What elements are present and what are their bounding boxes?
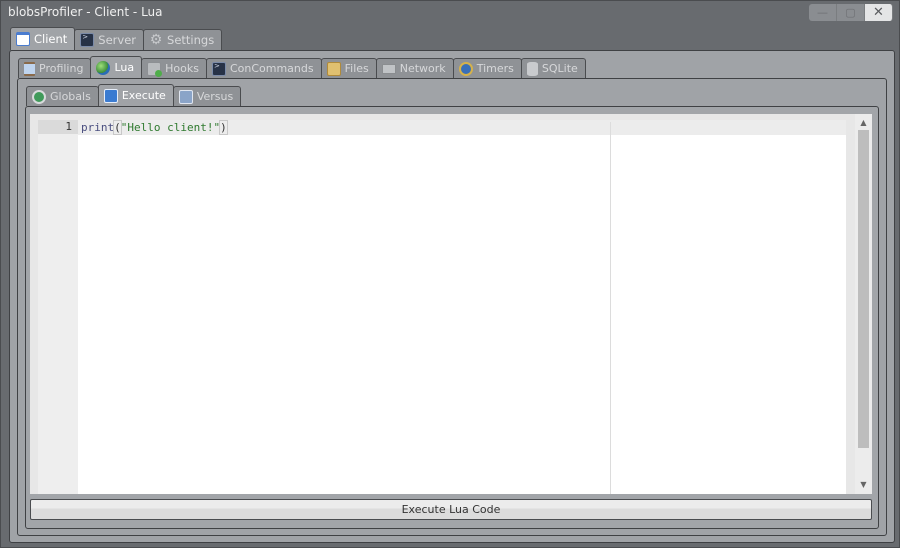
tab-label: Execute bbox=[121, 89, 166, 102]
tab-execute[interactable]: Execute bbox=[97, 84, 174, 106]
network-icon bbox=[381, 63, 396, 74]
tab-settings[interactable]: ⚙ Settings bbox=[143, 29, 223, 50]
scroll-up-icon[interactable]: ▲ bbox=[855, 116, 872, 130]
app-window: blobsProfiler - Client - Lua — ▢ ✕ Clien… bbox=[0, 0, 900, 548]
hooks-icon bbox=[147, 61, 163, 77]
hourglass-icon bbox=[24, 61, 35, 76]
alarm-clock-icon bbox=[458, 61, 473, 76]
tab-label: Versus bbox=[196, 90, 234, 103]
tab-label: Server bbox=[98, 33, 137, 47]
tab-concommands[interactable]: ConCommands bbox=[205, 58, 322, 78]
window-icon bbox=[16, 32, 30, 46]
tab-label: SQLite bbox=[541, 62, 578, 75]
tab-server[interactable]: Server bbox=[74, 29, 145, 50]
lua-tabs: Globals Execute Versus bbox=[26, 84, 242, 106]
tab-globals[interactable]: Globals bbox=[26, 86, 99, 106]
edge-column-marker bbox=[610, 122, 611, 494]
tab-lua[interactable]: Lua bbox=[90, 56, 143, 78]
window-title: blobsProfiler - Client - Lua bbox=[8, 5, 163, 19]
tab-client[interactable]: Client bbox=[10, 27, 76, 50]
code-function: print bbox=[81, 121, 115, 134]
tab-label: Profiling bbox=[39, 62, 84, 75]
maximize-button[interactable]: ▢ bbox=[837, 4, 865, 21]
tab-label: Files bbox=[344, 62, 369, 75]
database-icon bbox=[526, 61, 538, 76]
tab-hooks[interactable]: Hooks bbox=[141, 58, 207, 78]
tab-label: Lua bbox=[114, 61, 135, 74]
title-bar[interactable]: blobsProfiler - Client - Lua — ▢ ✕ bbox=[1, 1, 899, 23]
tab-network[interactable]: Network bbox=[375, 58, 454, 78]
console-icon bbox=[211, 61, 226, 76]
tab-label: Settings bbox=[167, 33, 215, 47]
scroll-down-icon[interactable]: ▼ bbox=[855, 478, 872, 492]
tab-label: ConCommands bbox=[229, 62, 314, 75]
realm-tabs: Client Server ⚙ Settings bbox=[10, 27, 223, 50]
files-icon bbox=[326, 61, 341, 76]
execute-icon bbox=[103, 88, 118, 103]
close-button[interactable]: ✕ bbox=[865, 4, 893, 21]
tab-label: Network bbox=[399, 62, 446, 75]
tab-label: Hooks bbox=[165, 62, 199, 75]
globe-document-icon bbox=[32, 89, 46, 104]
execute-lua-button[interactable]: Execute Lua Code bbox=[30, 499, 872, 520]
versus-icon bbox=[178, 89, 193, 104]
globe-icon bbox=[96, 60, 111, 75]
tab-profiling[interactable]: Profiling bbox=[18, 58, 92, 78]
code-editor[interactable]: 1 print("Hello client!") ▲ ▼ bbox=[30, 114, 872, 494]
vertical-scrollbar[interactable]: ▲ ▼ bbox=[855, 114, 872, 494]
tab-timers[interactable]: Timers bbox=[452, 58, 522, 78]
tab-files[interactable]: Files bbox=[320, 58, 377, 78]
code-input[interactable]: print("Hello client!") bbox=[78, 120, 846, 494]
tab-label: Globals bbox=[50, 90, 91, 103]
minimize-button[interactable]: — bbox=[809, 4, 837, 21]
gear-icon: ⚙ bbox=[149, 32, 163, 48]
code-string: "Hello client!" bbox=[120, 121, 221, 134]
line-number-gutter: 1 bbox=[38, 120, 78, 494]
code-paren-close: ) bbox=[219, 120, 228, 135]
window-controls: — ▢ ✕ bbox=[809, 4, 893, 21]
line-number: 1 bbox=[38, 120, 78, 134]
console-icon bbox=[80, 33, 95, 47]
module-tabs: Profiling Lua Hooks ConCommands Files Ne… bbox=[18, 56, 586, 78]
tab-label: Timers bbox=[476, 62, 514, 75]
code-line[interactable]: print("Hello client!") bbox=[81, 120, 228, 135]
scrollbar-thumb[interactable] bbox=[858, 130, 869, 448]
tab-versus[interactable]: Versus bbox=[172, 86, 242, 106]
tab-label: Client bbox=[34, 32, 68, 46]
code-paren-open: ( bbox=[113, 120, 122, 135]
tab-sqlite[interactable]: SQLite bbox=[520, 58, 586, 78]
